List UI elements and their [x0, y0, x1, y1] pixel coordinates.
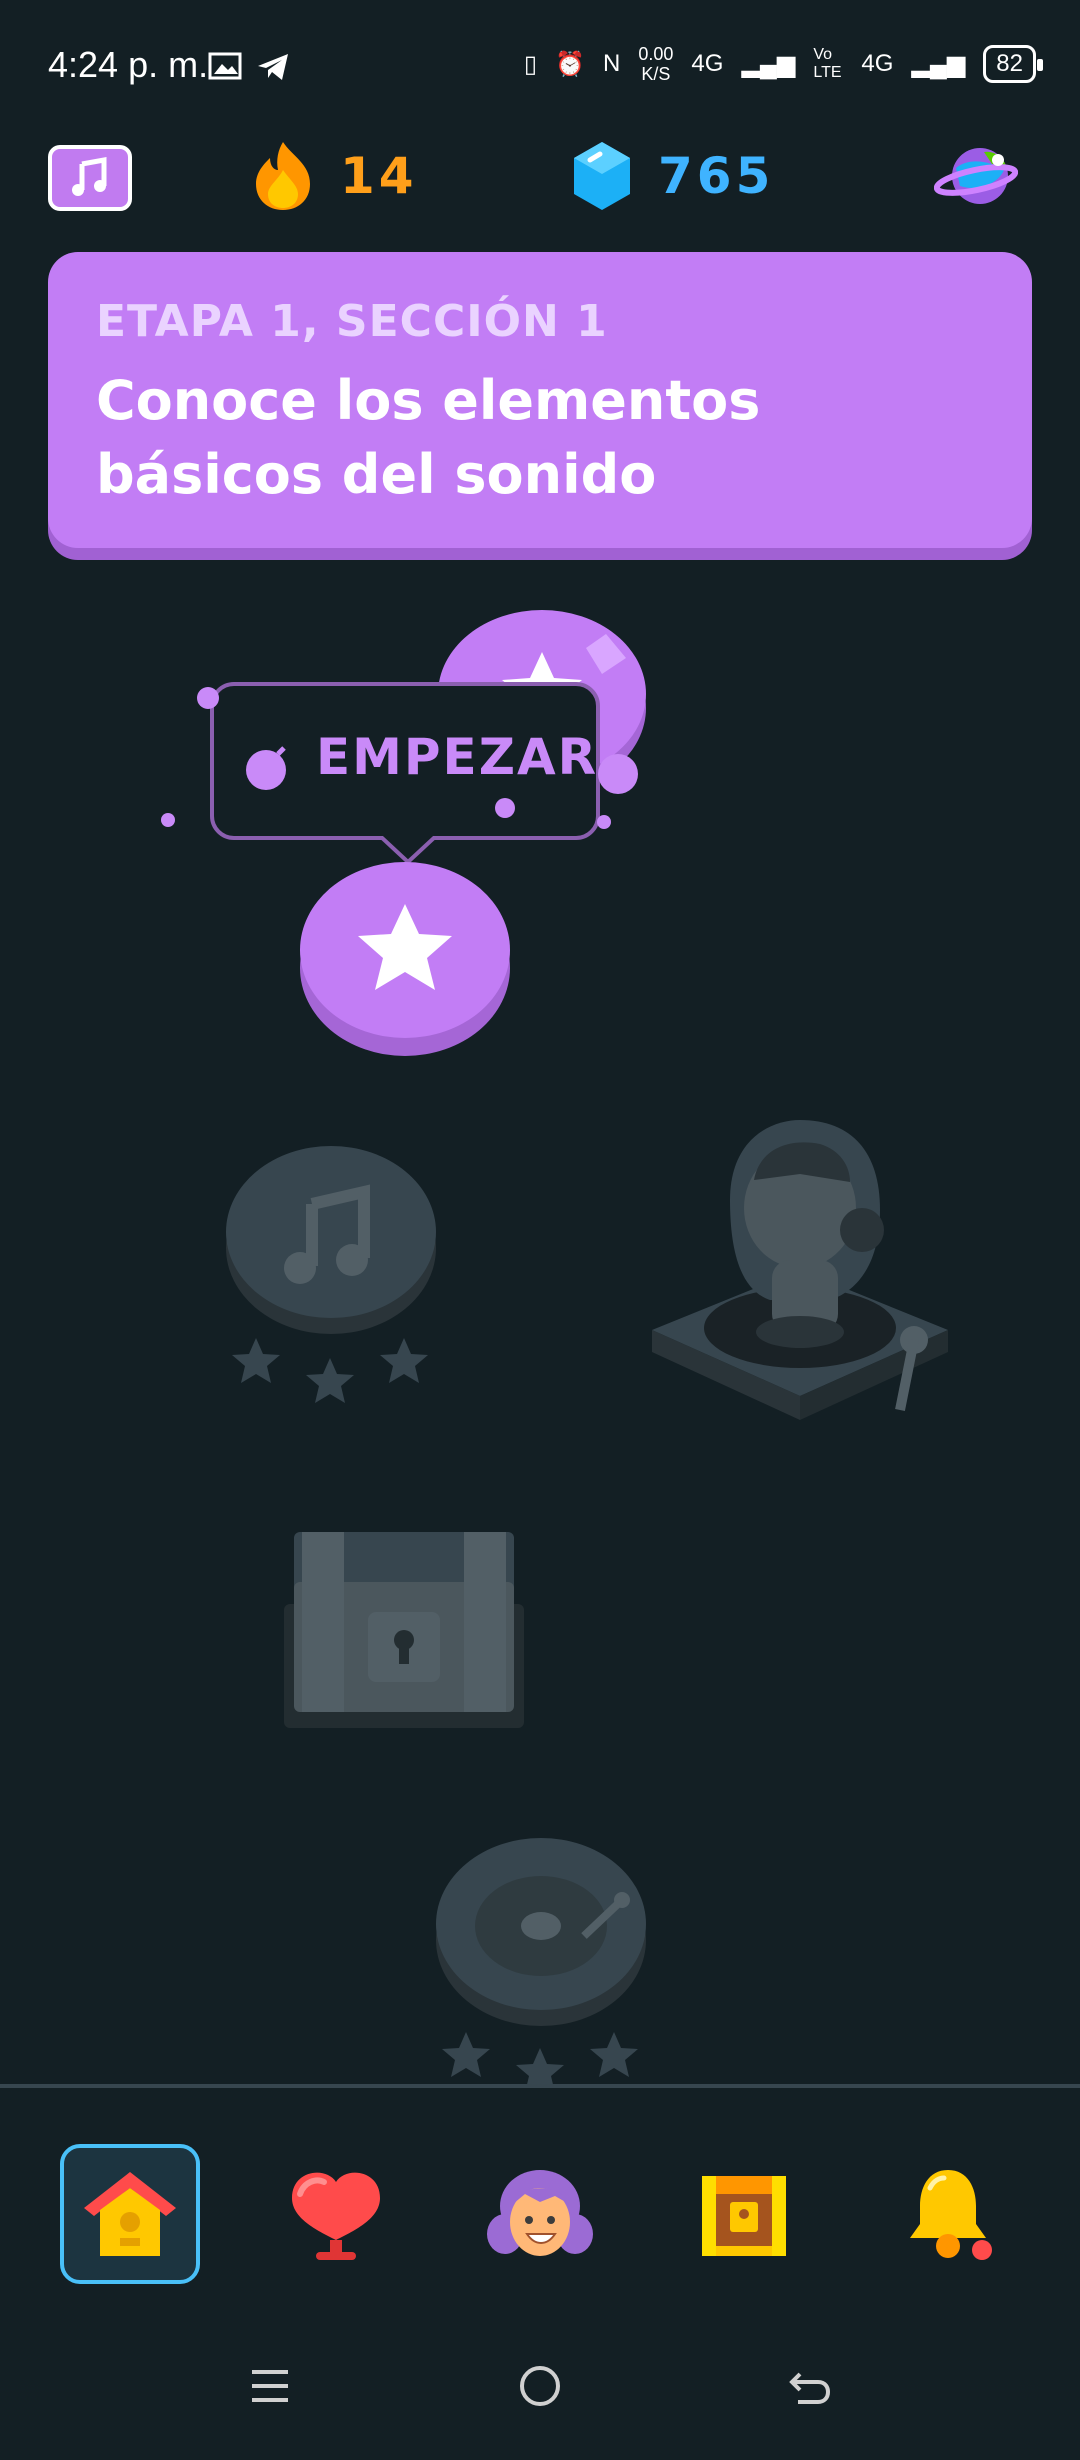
bottom-navigation: [0, 2088, 1080, 2328]
course-selector-button[interactable]: [48, 145, 132, 211]
nav-leaderboard[interactable]: [266, 2144, 406, 2284]
character-icon: [487, 2170, 593, 2256]
heart-icon: [292, 2172, 380, 2260]
current-lesson-node[interactable]: [298, 860, 512, 1060]
speed-indicator: 0.00 K/S: [638, 44, 674, 84]
locked-record-node[interactable]: [434, 1836, 648, 2026]
signal-icon: ▂▄▆: [741, 50, 796, 78]
nfc-icon: N: [603, 50, 621, 77]
flame-icon: [256, 142, 310, 210]
gems-counter[interactable]: 765: [572, 140, 774, 212]
unit-title: Conoce los elementos básicos del sonido: [96, 369, 761, 506]
locked-record-stars: [442, 2032, 638, 2085]
gems-count: 765: [658, 147, 775, 205]
battery-indicator: 82: [983, 45, 1043, 83]
top-bar: 14 765: [0, 140, 1080, 220]
network-1: 4G: [691, 50, 724, 77]
system-navigation: [0, 2328, 1080, 2460]
locked-node-stars: [232, 1338, 428, 1403]
home-button-icon[interactable]: [518, 2364, 562, 2408]
vibrate-icon: ▯: [523, 50, 538, 78]
alarm-icon: ⏰: [555, 50, 586, 78]
globe-icon[interactable]: [934, 140, 1018, 214]
locked-lesson-node[interactable]: [224, 1144, 438, 1334]
sparkles: [161, 687, 638, 829]
telegram-notification-icon: [258, 54, 288, 80]
gem-icon: [574, 142, 630, 210]
network-2: 4G: [861, 50, 894, 77]
volte-indicator: Vo LTE: [813, 46, 842, 81]
nav-characters[interactable]: [470, 2144, 610, 2284]
streak-count: 14: [340, 147, 418, 205]
unit-banner[interactable]: ETAPA 1, SECCIÓN 1 Conoce los elementos …: [48, 252, 1032, 548]
learning-path: EMPEZAR: [0, 560, 1080, 2085]
unit-subtitle: ETAPA 1, SECCIÓN 1: [96, 296, 608, 347]
locked-chest[interactable]: [284, 1532, 524, 1728]
character-illustration: [652, 1120, 948, 1420]
recent-apps-icon[interactable]: [248, 2364, 292, 2408]
status-bar: 4:24 p. m. ▯ ⏰ N 0.00 K/S 4G ▂▄▆ Vo LTE 4…: [0, 0, 1080, 130]
signal-icon-2: ▂▄▆: [911, 50, 966, 78]
back-icon[interactable]: [788, 2364, 832, 2408]
streak-counter[interactable]: 14: [252, 140, 418, 212]
status-time: 4:24 p. m.: [48, 44, 209, 85]
bell-icon: [910, 2170, 992, 2260]
home-icon: [84, 2172, 176, 2256]
nav-shop[interactable]: [674, 2144, 814, 2284]
nav-notifications[interactable]: [878, 2144, 1018, 2284]
nav-home[interactable]: [60, 2144, 200, 2284]
gallery-notification-icon: [208, 52, 242, 80]
music-note-icon: [72, 157, 107, 196]
chest-icon: [702, 2176, 786, 2256]
status-icons: ▯ ⏰ N 0.00 K/S 4G ▂▄▆ Vo LTE 4G ▂▄▆ 82: [523, 44, 1043, 84]
